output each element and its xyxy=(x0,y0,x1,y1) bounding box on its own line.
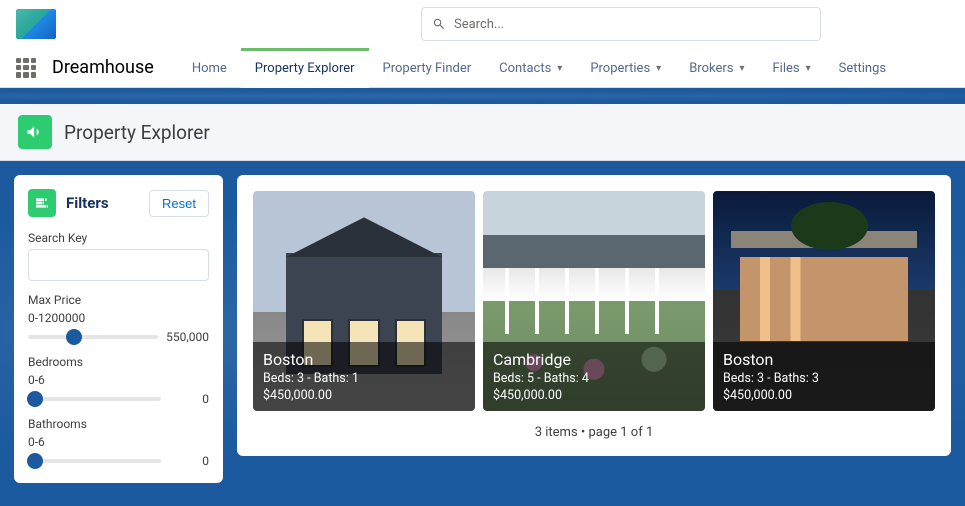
nav-tab-files[interactable]: Files ▾ xyxy=(758,48,824,88)
global-search-input[interactable]: Search... xyxy=(421,7,821,41)
search-icon xyxy=(432,17,446,31)
filters-title: Filters xyxy=(66,194,109,212)
nav-tab-label: Property Explorer xyxy=(255,61,355,76)
bathrooms-label: Bathrooms xyxy=(28,417,209,431)
max-price-filter: Max Price 0-1200000 550,000 xyxy=(28,293,209,345)
max-price-label: Max Price xyxy=(28,293,209,307)
bedrooms-value: 0 xyxy=(169,392,209,406)
filters-title-wrap: Filters xyxy=(28,189,109,217)
nav-tab-properties[interactable]: Properties ▾ xyxy=(576,48,675,88)
chevron-down-icon[interactable]: ▾ xyxy=(557,63,562,74)
nav-tab-label: Property Finder xyxy=(383,61,472,76)
sliders-icon xyxy=(34,195,50,211)
nav-tab-settings[interactable]: Settings xyxy=(825,48,900,88)
global-header: Search... xyxy=(0,0,965,48)
max-price-value: 550,000 xyxy=(166,330,209,344)
bathrooms-slider[interactable] xyxy=(28,453,161,469)
chevron-down-icon[interactable]: ▾ xyxy=(739,63,744,74)
property-cards: BostonBeds: 3 - Baths: 1$450,000.00Cambr… xyxy=(253,191,935,411)
bedrooms-slider[interactable] xyxy=(28,391,161,407)
bathrooms-range: 0-6 xyxy=(28,435,209,449)
nav-tab-label: Home xyxy=(192,61,227,76)
app-logo-icon xyxy=(16,9,56,39)
filters-header: Filters Reset xyxy=(28,189,209,217)
property-city: Cambridge xyxy=(493,350,695,369)
property-price: $450,000.00 xyxy=(493,388,695,403)
max-price-slider[interactable] xyxy=(28,329,158,345)
nav-tab-home[interactable]: Home xyxy=(178,48,241,88)
page-header-icon xyxy=(18,115,52,149)
property-overlay: Boston Beds: 3 - Baths: 1 $450,000.00 xyxy=(253,342,475,411)
results-pager: 3 items • page 1 of 1 xyxy=(253,425,935,440)
nav-tab-label: Brokers xyxy=(689,61,733,76)
app-launcher-icon[interactable] xyxy=(16,58,36,78)
property-card[interactable]: Boston Beds: 3 - Baths: 1 $450,000.00 xyxy=(253,191,475,411)
results-panel: BostonBeds: 3 - Baths: 1$450,000.00Cambr… xyxy=(237,175,951,456)
property-price: $450,000.00 xyxy=(723,388,925,403)
nav-tab-contacts[interactable]: Contacts ▾ xyxy=(485,48,576,88)
bedrooms-range: 0-6 xyxy=(28,373,209,387)
page-header: Property Explorer xyxy=(0,104,965,161)
nav-tab-property-finder[interactable]: Property Finder xyxy=(369,48,486,88)
bedrooms-filter: Bedrooms 0-6 0 xyxy=(28,355,209,407)
search-key-input[interactable] xyxy=(28,249,209,281)
property-meta: Beds: 3 - Baths: 1 xyxy=(263,371,465,386)
global-search-wrap: Search... xyxy=(421,7,821,41)
filters-panel: Filters Reset Search Key Max Price 0-120… xyxy=(14,175,223,483)
nav-tab-label: Properties xyxy=(590,61,650,76)
chevron-down-icon[interactable]: ▾ xyxy=(656,63,661,74)
page-title: Property Explorer xyxy=(64,121,210,144)
property-card[interactable]: Boston Beds: 3 - Baths: 3 $450,000.00 xyxy=(713,191,935,411)
nav-tab-label: Settings xyxy=(839,61,886,76)
decorative-band xyxy=(0,88,965,104)
global-search-placeholder: Search... xyxy=(454,17,504,32)
filters-icon xyxy=(28,189,56,217)
megaphone-icon xyxy=(25,122,45,142)
nav-tab-brokers[interactable]: Brokers ▾ xyxy=(675,48,758,88)
nav-tabs: Home Property Explorer Property Finder Cont… xyxy=(178,48,900,88)
nav-tab-property-explorer[interactable]: Property Explorer xyxy=(241,48,369,88)
property-meta: Beds: 3 - Baths: 3 xyxy=(723,371,925,386)
property-city: Boston xyxy=(263,350,465,369)
property-overlay: Cambridge Beds: 5 - Baths: 4 $450,000.00 xyxy=(483,342,705,411)
global-nav: Dreamhouse Home Property Explorer Property… xyxy=(0,48,965,88)
reset-button[interactable]: Reset xyxy=(149,190,209,217)
property-price: $450,000.00 xyxy=(263,388,465,403)
content-area: Filters Reset Search Key Max Price 0-120… xyxy=(0,161,965,506)
app-name: Dreamhouse xyxy=(52,57,154,78)
max-price-range: 0-1200000 xyxy=(28,311,209,325)
nav-tab-label: Contacts xyxy=(499,61,551,76)
bathrooms-value: 0 xyxy=(169,454,209,468)
property-city: Boston xyxy=(723,350,925,369)
property-meta: Beds: 5 - Baths: 4 xyxy=(493,371,695,386)
bathrooms-filter: Bathrooms 0-6 0 xyxy=(28,417,209,469)
chevron-down-icon[interactable]: ▾ xyxy=(806,63,811,74)
property-overlay: Boston Beds: 3 - Baths: 3 $450,000.00 xyxy=(713,342,935,411)
search-key-label: Search Key xyxy=(28,231,209,245)
property-card[interactable]: Cambridge Beds: 5 - Baths: 4 $450,000.00 xyxy=(483,191,705,411)
nav-tab-label: Files xyxy=(772,61,799,76)
bedrooms-label: Bedrooms xyxy=(28,355,209,369)
